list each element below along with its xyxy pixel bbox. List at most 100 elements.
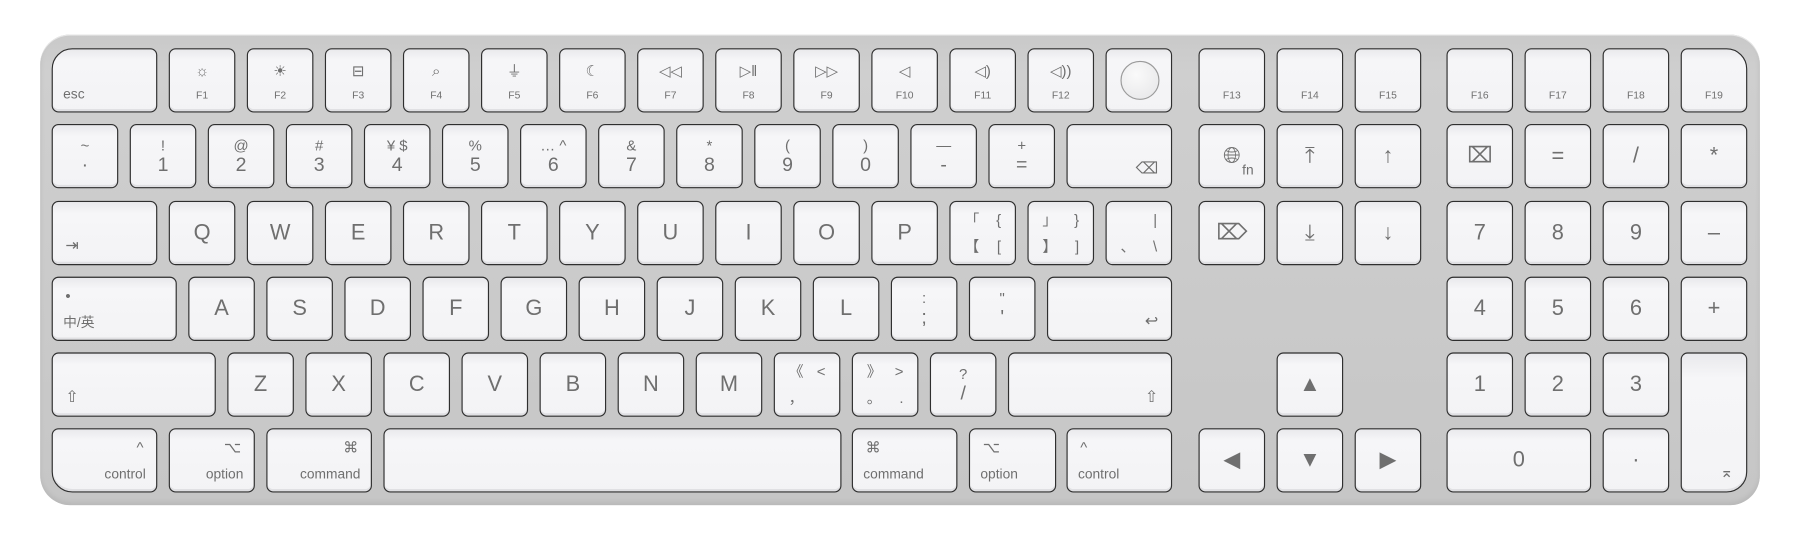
key-h[interactable]: H: [578, 276, 646, 341]
key-0[interactable]: ) 0: [832, 123, 899, 189]
touch-id-sensor[interactable]: [1120, 60, 1160, 100]
key-f[interactable]: F: [422, 276, 490, 341]
key-num-2[interactable]: 2: [1524, 352, 1592, 417]
key-s[interactable]: S: [266, 276, 333, 341]
key-touch-id[interactable]: [1105, 48, 1173, 113]
key-o[interactable]: O: [793, 200, 860, 266]
key-j[interactable]: J: [656, 276, 724, 341]
key-num-equals[interactable]: =: [1524, 123, 1592, 189]
key-num-asterisk[interactable]: *: [1680, 123, 1748, 189]
key-f6[interactable]: ☾ F6: [559, 48, 626, 113]
key-end[interactable]: ⤓: [1276, 200, 1344, 266]
key-arrow-left[interactable]: ◀: [1198, 428, 1266, 493]
key-page-down[interactable]: ↓: [1354, 200, 1422, 266]
key-clear[interactable]: ⌧: [1446, 123, 1514, 189]
key-equals[interactable]: + =: [988, 123, 1056, 189]
key-l[interactable]: L: [812, 276, 880, 341]
key-period[interactable]: 》 > 。.: [851, 352, 919, 417]
key-e[interactable]: E: [324, 200, 392, 266]
key-space[interactable]: [383, 428, 842, 493]
key-left-command[interactable]: ⌘ command: [266, 428, 372, 493]
key-num-3[interactable]: 3: [1602, 352, 1670, 417]
key-return[interactable]: ↩: [1046, 276, 1173, 341]
key-right-command[interactable]: ⌘ command: [851, 428, 958, 493]
key-right-shift[interactable]: ⇧: [1007, 352, 1173, 417]
key-a[interactable]: A: [188, 276, 255, 341]
key-f10[interactable]: ◁ F10: [871, 48, 938, 113]
key-left-option[interactable]: ⌥ option: [168, 428, 255, 493]
key-num-enter[interactable]: ⌅: [1680, 352, 1748, 493]
key-5[interactable]: % 5: [441, 123, 509, 189]
key-8[interactable]: * 8: [676, 123, 743, 189]
key-right-option[interactable]: ⌥ option: [968, 428, 1057, 493]
key-u[interactable]: U: [637, 200, 704, 266]
key-minus[interactable]: — -: [910, 123, 977, 189]
key-f5[interactable]: ⏚ F5: [481, 48, 548, 113]
key-w[interactable]: W: [246, 200, 314, 266]
key-f2[interactable]: ☀ F2: [246, 48, 314, 113]
key-arrow-up[interactable]: ▲: [1276, 352, 1344, 417]
key-z[interactable]: Z: [227, 352, 294, 417]
key-num-6[interactable]: 6: [1602, 276, 1670, 341]
key-left-control[interactable]: ^ control: [51, 428, 158, 493]
key-9[interactable]: (9: [754, 123, 821, 189]
key-num-decimal[interactable]: ·: [1602, 428, 1670, 493]
key-f16[interactable]: F16: [1446, 48, 1514, 113]
key-left-bracket[interactable]: 「 {【 [: [949, 200, 1016, 266]
key-page-up[interactable]: ↑: [1354, 123, 1422, 189]
key-tilde[interactable]: ~ ·: [51, 123, 119, 189]
key-r[interactable]: R: [402, 200, 470, 266]
key-f7[interactable]: ◁◁ F7: [637, 48, 704, 113]
key-esc[interactable]: esc: [51, 48, 158, 113]
key-c[interactable]: C: [383, 352, 451, 417]
key-num-8[interactable]: 8: [1524, 200, 1592, 266]
key-backslash[interactable]: | 、 \: [1105, 200, 1173, 266]
key-f3[interactable]: ⊟ F3: [324, 48, 392, 113]
key-num-5[interactable]: 5: [1524, 276, 1592, 341]
key-q[interactable]: Q: [168, 200, 236, 266]
key-y[interactable]: Y: [559, 200, 626, 266]
key-d[interactable]: D: [344, 276, 411, 341]
key-tab[interactable]: ⇥: [51, 200, 158, 266]
key-delete[interactable]: ⌫: [1066, 123, 1173, 189]
key-f12[interactable]: ◁)) F12: [1027, 48, 1095, 113]
key-num-4[interactable]: 4: [1446, 276, 1514, 341]
key-f13[interactable]: F13: [1198, 48, 1266, 113]
key-right-bracket[interactable]: 」} 】]: [1027, 200, 1095, 266]
key-f19[interactable]: F19: [1680, 48, 1748, 113]
key-forward-delete[interactable]: ⌦: [1198, 200, 1266, 266]
key-caps-lock[interactable]: • 中/英: [51, 276, 177, 341]
key-semicolon[interactable]: :;: [890, 276, 958, 341]
key-4[interactable]: ¥ $4: [363, 123, 431, 189]
key-x[interactable]: X: [305, 352, 372, 417]
key-1[interactable]: ! 1: [129, 123, 197, 189]
key-right-control[interactable]: ^ control: [1066, 428, 1173, 493]
key-left-shift[interactable]: ⇧: [51, 352, 216, 417]
key-num-0[interactable]: 0: [1446, 428, 1592, 493]
key-comma[interactable]: 《 < ，: [773, 352, 841, 417]
key-t[interactable]: T: [481, 200, 548, 266]
key-b[interactable]: B: [539, 352, 607, 417]
key-arrow-right[interactable]: ▶: [1354, 428, 1422, 493]
key-f11[interactable]: ◁) F11: [949, 48, 1016, 113]
key-2[interactable]: @2: [207, 123, 275, 189]
key-f17[interactable]: F17: [1524, 48, 1592, 113]
key-3[interactable]: #3: [285, 123, 353, 189]
key-num-slash[interactable]: /: [1602, 123, 1670, 189]
key-fn-globe[interactable]: 🌐︎ fn: [1198, 123, 1266, 189]
key-7[interactable]: & 7: [598, 123, 665, 189]
key-slash[interactable]: ? /: [929, 352, 997, 417]
key-v[interactable]: V: [461, 352, 529, 417]
key-num-7[interactable]: 7: [1446, 200, 1514, 266]
key-6[interactable]: … ^ 6: [520, 123, 587, 189]
key-i[interactable]: I: [715, 200, 782, 266]
key-f8[interactable]: ▷‖ F8: [715, 48, 782, 113]
key-n[interactable]: N: [617, 352, 685, 417]
key-f14[interactable]: F14: [1276, 48, 1344, 113]
key-num-plus[interactable]: +: [1680, 276, 1748, 341]
key-k[interactable]: K: [734, 276, 802, 341]
key-m[interactable]: M: [695, 352, 763, 417]
key-p[interactable]: P: [871, 200, 938, 266]
key-f18[interactable]: F18: [1602, 48, 1670, 113]
key-num-9[interactable]: 9: [1602, 200, 1670, 266]
